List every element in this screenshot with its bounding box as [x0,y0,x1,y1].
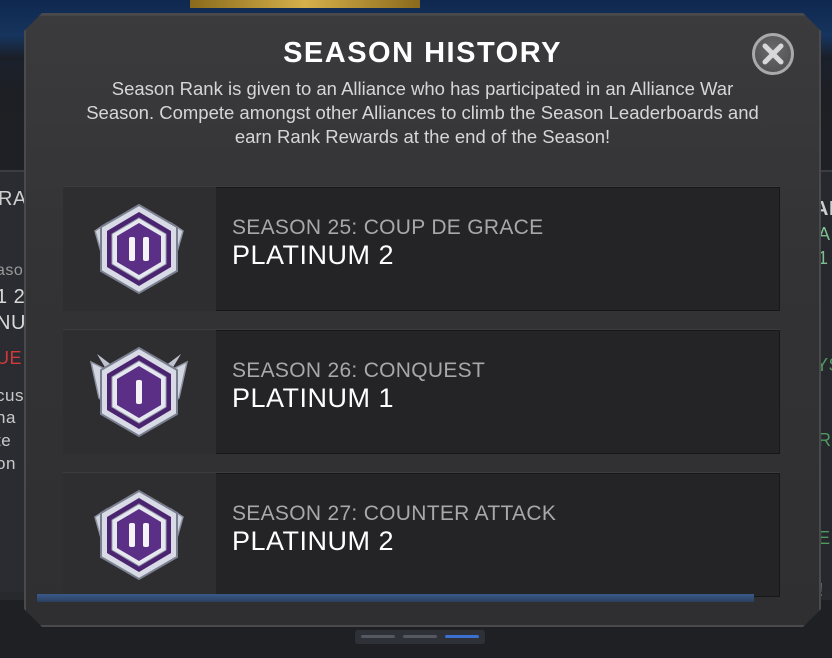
background-text: cus [0,386,24,405]
background-text: na [0,408,16,427]
background-text: on [0,454,16,473]
background-text: 1 2 [0,286,26,308]
background-text: RA [0,188,27,210]
season-row: SEASON 25: COUP DE GRACE PLATINUM 2 [63,186,780,311]
season-list[interactable]: SEASON 25: COUP DE GRACE PLATINUM 2 SEAS… [63,186,780,616]
background-text: UE [0,348,23,368]
background-text: NU [0,312,26,334]
background-text: aso [0,262,24,279]
season-rank: PLATINUM 2 [232,240,395,270]
season-history-modal: SEASON HISTORY Season Rank is given to a… [24,13,821,627]
platinum-rank-badge-icon [89,487,189,583]
season-rank: PLATINUM 1 [232,383,395,413]
season-name: SEASON 25: COUP DE GRACE [232,216,544,239]
season-row: SEASON 27: COUNTER ATTACK PLATINUM 2 [63,472,780,597]
season-name: SEASON 26: CONQUEST [232,359,486,382]
platinum-rank-badge-icon [89,344,189,440]
background-page-indicator [355,630,485,644]
modal-title: SEASON HISTORY [283,37,562,69]
season-name: SEASON 27: COUNTER ATTACK [232,502,557,525]
badge-cell [63,187,216,311]
season-row: SEASON 26: CONQUEST PLATINUM 1 [63,329,780,454]
background-text: te [0,431,12,450]
season-rank: PLATINUM 2 [232,526,395,556]
close-button[interactable] [752,33,794,75]
game-screen: RA aso 1 2 NU UE cus na te on AR A 1 YS … [0,0,832,658]
platinum-rank-badge-icon [89,201,189,297]
badge-cell [63,473,216,597]
modal-description: Season Rank is given to an Alliance who … [86,78,759,147]
background-header-trim [190,0,420,8]
next-row-peek [37,594,754,602]
close-icon [761,42,785,66]
badge-cell [63,330,216,454]
